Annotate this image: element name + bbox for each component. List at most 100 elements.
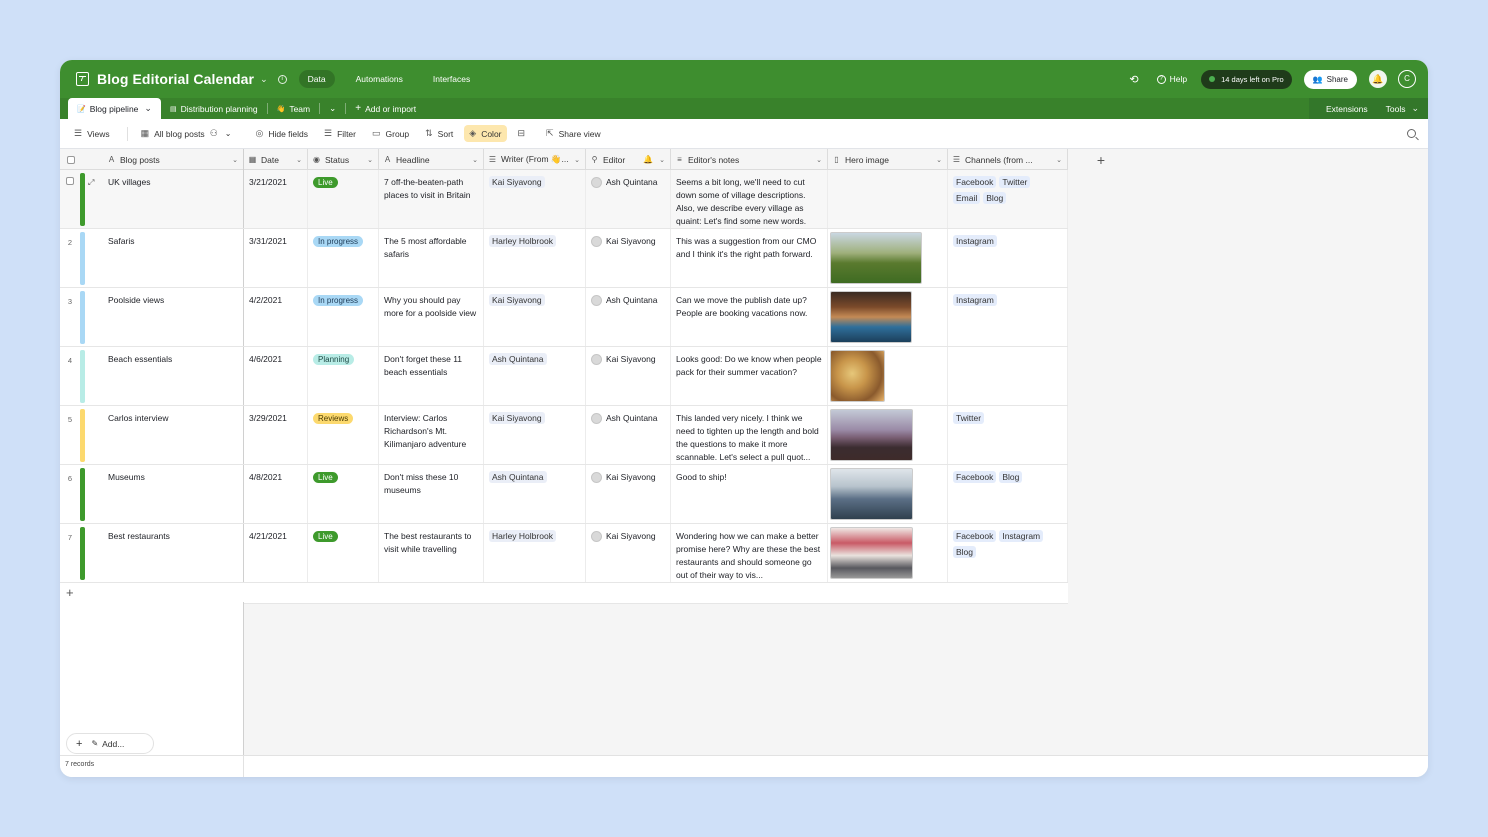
cell-date[interactable]: 4/6/2021 — [244, 347, 308, 405]
cell-date[interactable]: 3/29/2021 — [244, 406, 308, 464]
cell-writer[interactable]: Kai Siyavong — [484, 288, 586, 346]
hero-image-thumbnail[interactable] — [830, 468, 913, 520]
table-row[interactable]: 6 Museums 4/8/2021 Live Don't miss these 10 … — [60, 465, 1068, 524]
views-button[interactable]: ☰ Views — [69, 125, 115, 142]
table-row[interactable]: 2 Safaris 3/31/2021 In progress The 5 most a… — [60, 229, 1068, 288]
chevron-down-icon[interactable]: ⌄ — [936, 156, 942, 164]
cell-status[interactable]: Live — [308, 170, 379, 228]
table-tab-blog-pipeline[interactable]: 📝 Blog pipeline ⌄ — [68, 98, 161, 119]
cell-editor[interactable]: Kai Siyavong — [586, 465, 671, 523]
user-avatar[interactable]: C — [1398, 70, 1416, 88]
cell-editor[interactable]: Ash Quintana — [586, 288, 671, 346]
table-tab-team[interactable]: 👋 Team — [268, 98, 320, 119]
column-header-blog-posts[interactable]: A Blog posts ⌄ — [60, 149, 244, 170]
cell-headline[interactable]: Why you should pay more for a poolside v… — [379, 288, 484, 346]
cell-headline[interactable]: Don't forget these 11 beach essentials — [379, 347, 484, 405]
cell-editor[interactable]: Kai Siyavong — [586, 229, 671, 287]
cell-notes[interactable]: Good to ship! — [671, 465, 828, 523]
cell-writer[interactable]: Harley Holbrook — [484, 524, 586, 582]
notifications-bell-icon[interactable]: 🔔 — [1369, 70, 1387, 88]
cell-writer[interactable]: Ash Quintana — [484, 465, 586, 523]
cell-name[interactable]: ⤢ UK villages — [60, 170, 244, 228]
hero-image-thumbnail[interactable] — [830, 350, 885, 402]
add-or-import-button[interactable]: + Add or import — [346, 98, 425, 119]
cell-headline[interactable]: Interview: Carlos Richardson's Mt. Kilim… — [379, 406, 484, 464]
add-row-button[interactable]: + — [60, 583, 1068, 604]
column-header-headline[interactable]: A Headline ⌄ — [379, 149, 484, 170]
cell-name[interactable]: 7 Best restaurants — [60, 524, 244, 582]
cell-name[interactable]: 3 Poolside views — [60, 288, 244, 346]
cell-image[interactable] — [828, 229, 948, 287]
cell-image[interactable] — [828, 170, 948, 228]
column-header-hero-image[interactable]: ▯ Hero image ⌄ — [828, 149, 948, 170]
cell-editor[interactable]: Kai Siyavong — [586, 347, 671, 405]
table-tab-distribution-planning[interactable]: ▤ Distribution planning — [161, 98, 267, 119]
cell-notes[interactable]: Seems a bit long, we'll need to cut down… — [671, 170, 828, 228]
cell-date[interactable]: 4/21/2021 — [244, 524, 308, 582]
row-checkbox[interactable] — [66, 177, 74, 185]
hero-image-thumbnail[interactable] — [830, 291, 912, 343]
row-height-button[interactable]: ⊟ — [513, 125, 536, 142]
cell-image[interactable] — [828, 406, 948, 464]
add-column-button[interactable]: + — [1068, 149, 1130, 170]
share-view-button[interactable]: ⇱ Share view — [541, 125, 606, 142]
chevron-down-icon[interactable]: ⌄ — [659, 156, 665, 164]
cell-notes[interactable]: This was a suggestion from our CMO and I… — [671, 229, 828, 287]
cell-notes[interactable]: This landed very nicely. I think we need… — [671, 406, 828, 464]
base-title[interactable]: Blog Editorial Calendar — [97, 71, 254, 87]
cell-writer[interactable]: Ash Quintana — [484, 347, 586, 405]
chevron-down-icon[interactable]: ⌄ — [144, 103, 152, 114]
chevron-down-icon[interactable]: ⌄ — [574, 156, 580, 164]
cell-editor[interactable]: Ash Quintana — [586, 170, 671, 228]
cell-image[interactable] — [828, 465, 948, 523]
cell-status[interactable]: Live — [308, 465, 379, 523]
expand-record-icon[interactable]: ⤢ — [88, 176, 94, 189]
column-header-channels[interactable]: ☰ Channels (from ... ⌄ — [948, 149, 1068, 170]
color-button[interactable]: ◈ Color — [464, 125, 507, 142]
table-row[interactable]: 7 Best restaurants 4/21/2021 Live The best r… — [60, 524, 1068, 583]
cell-name[interactable]: 4 Beach essentials — [60, 347, 244, 405]
chevron-down-icon[interactable]: ⌄ — [1056, 156, 1062, 164]
column-header-status[interactable]: ◉ Status ⌄ — [308, 149, 379, 170]
cell-writer[interactable]: Kai Siyavong — [484, 170, 586, 228]
nav-tab-data[interactable]: Data — [298, 70, 335, 88]
chevron-down-icon[interactable]: ⌄ — [260, 74, 268, 85]
cell-date[interactable]: 4/8/2021 — [244, 465, 308, 523]
cell-image[interactable] — [828, 524, 948, 582]
trial-badge[interactable]: 14 days left on Pro — [1201, 69, 1292, 89]
cell-date[interactable]: 4/2/2021 — [244, 288, 308, 346]
cell-status[interactable]: In progress — [308, 229, 379, 287]
chevron-down-icon[interactable]: ⌄ — [296, 156, 302, 164]
hide-fields-button[interactable]: ◎ Hide fields — [250, 125, 313, 142]
hero-image-thumbnail[interactable] — [830, 527, 913, 579]
column-header-editor[interactable]: ⚲ Editor 🔔 ⌄ — [586, 149, 671, 170]
cell-notes[interactable]: Looks good: Do we know when people pack … — [671, 347, 828, 405]
cell-channels[interactable]: Twitter — [948, 406, 1068, 464]
hero-image-thumbnail[interactable] — [830, 232, 922, 284]
chevron-down-icon[interactable]: ⌄ — [472, 156, 478, 164]
cell-editor[interactable]: Ash Quintana — [586, 406, 671, 464]
cell-status[interactable]: Planning — [308, 347, 379, 405]
cell-notes[interactable]: Can we move the publish date up? People … — [671, 288, 828, 346]
cell-channels[interactable]: Facebook Blog — [948, 465, 1068, 523]
cell-headline[interactable]: Don't miss these 10 museums — [379, 465, 484, 523]
cell-channels[interactable]: Instagram — [948, 229, 1068, 287]
filter-button[interactable]: ☰ Filter — [319, 125, 361, 142]
share-button[interactable]: 👥 Share — [1303, 69, 1357, 89]
nav-tab-automations[interactable]: Automations — [347, 70, 412, 88]
cell-status[interactable]: Reviews — [308, 406, 379, 464]
table-row[interactable]: 3 Poolside views 4/2/2021 In progress Why yo… — [60, 288, 1068, 347]
cell-writer[interactable]: Harley Holbrook — [484, 229, 586, 287]
cell-date[interactable]: 3/31/2021 — [244, 229, 308, 287]
cell-channels[interactable]: Facebook Instagram Blog — [948, 524, 1068, 582]
cell-headline[interactable]: The best restaurants to visit while trav… — [379, 524, 484, 582]
cell-channels[interactable]: Facebook Twitter Email Blog — [948, 170, 1068, 228]
chevron-down-icon[interactable]: ⌄ — [232, 156, 238, 164]
more-tables-button[interactable]: ⌄ — [320, 98, 345, 119]
hero-image-thumbnail[interactable] — [830, 409, 913, 461]
column-header-writer[interactable]: ☰ Writer (From 👋... ⌄ — [484, 149, 586, 170]
cell-editor[interactable]: Kai Siyavong — [586, 524, 671, 582]
add-record-button[interactable]: + ✎ Add... — [66, 733, 154, 754]
cell-channels[interactable]: Instagram — [948, 288, 1068, 346]
cell-notes[interactable]: Wondering how we can make a better promi… — [671, 524, 828, 582]
